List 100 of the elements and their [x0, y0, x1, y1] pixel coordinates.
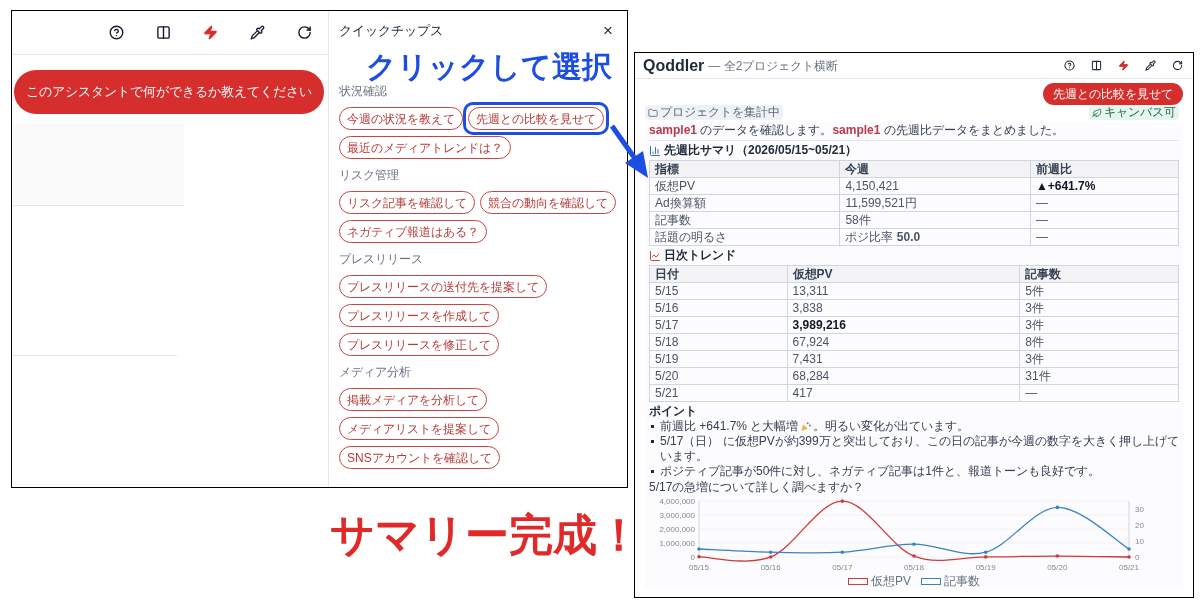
axis-tick-label: 4,000,000	[659, 497, 695, 506]
table-cell: 3件	[1019, 350, 1179, 368]
table-cell: 3件	[1019, 299, 1179, 317]
column-header: 今週	[839, 160, 1031, 178]
panel-title: クイックチップス	[339, 22, 443, 41]
help-icon[interactable]	[109, 25, 124, 40]
data-point	[1055, 505, 1060, 510]
lightning-icon[interactable]	[1118, 60, 1129, 71]
pipette-icon[interactable]	[1145, 60, 1156, 71]
logo: Qoddler	[643, 57, 705, 74]
data-point	[1055, 554, 1060, 558]
table-cell: ポジ比率 50.0	[839, 228, 1031, 246]
pipette-icon[interactable]	[250, 25, 265, 40]
suggestion-chip[interactable]: プレスリリースの送付先を提案して	[339, 275, 547, 298]
legend-label: 仮想PV	[871, 574, 911, 588]
bullet-text: 。明るい変化が出ています。	[813, 419, 970, 434]
result-text: サマリー完成！	[330, 510, 641, 560]
axis-tick-label: 05/20	[1047, 563, 1068, 572]
suggestion-chip[interactable]: ネガティブ報道はある？	[339, 220, 487, 243]
subtitle: — 全2プロジェクト横断	[708, 57, 839, 75]
data-point	[912, 542, 916, 546]
table-cell: 5/16	[649, 299, 788, 317]
table-cell: —	[1030, 194, 1179, 212]
suggestion-chip[interactable]: 競合の動向を確認して	[480, 191, 616, 214]
suggestion-chip[interactable]: 今週の状況を教えて	[339, 107, 463, 130]
table-cell: 7,431	[787, 350, 1020, 368]
axis-tick-label: 2,000,000	[659, 525, 695, 534]
section-title: 先週比サマリ（2026/05/15~05/21）	[664, 143, 858, 158]
column-header: 仮想PV	[787, 265, 1020, 283]
table-cell: 31件	[1019, 367, 1179, 385]
section-heading: 状況確認	[339, 83, 388, 99]
party-popper-icon	[800, 421, 812, 432]
bullet-icon	[651, 440, 654, 443]
suggestion-chip[interactable]: 最近のメディアトレンドは？	[339, 136, 511, 159]
section-heading: リスク管理	[339, 167, 400, 183]
table-cell: 3件	[1019, 316, 1179, 334]
axis-tick-label: 05/21	[1119, 563, 1139, 572]
table-cell: 5/15	[649, 282, 788, 300]
bullet-icon	[651, 470, 654, 473]
table-cell: 5件	[1019, 282, 1179, 300]
user-message: 先週との比較を見せて	[1043, 83, 1183, 105]
table-cell: 4,150,421	[839, 177, 1031, 195]
help-icon[interactable]	[1064, 60, 1075, 71]
suggestion-chip[interactable]: プレスリリースを修正して	[339, 333, 499, 356]
axis-tick-label: 3,000,000	[659, 511, 695, 520]
table-cell: 68,284	[787, 367, 1020, 385]
suggestion-chip[interactable]: 掲載メディアを分析して	[339, 388, 487, 411]
table-cell: ▲+641.7%	[1030, 177, 1179, 195]
folder-icon	[648, 107, 658, 118]
table-cell: 3,838	[787, 299, 1020, 317]
axis-tick-label: 10	[1135, 537, 1144, 546]
callout-text: クリックして選択	[366, 50, 612, 84]
section-heading: メディア分析	[339, 364, 412, 380]
column-header: 前週比	[1030, 160, 1179, 178]
pointer-arrow	[609, 124, 648, 178]
section-title: ポイント	[649, 404, 698, 419]
suggestion-chip[interactable]: SNSアカウントを確認して	[339, 446, 500, 469]
data-point	[697, 555, 701, 559]
suggestion-chip[interactable]: メディアリストを提案して	[339, 417, 499, 440]
table-cell: —	[1030, 228, 1179, 246]
table-cell: 5/17	[649, 316, 788, 334]
lightning-icon[interactable]	[203, 25, 218, 40]
table-cell: 67,924	[787, 333, 1020, 351]
axis-tick-label: 1,000,000	[659, 539, 695, 548]
suggestion-chip[interactable]: プレスリリースを作成して	[339, 304, 499, 327]
axis-tick-label: 05/19	[975, 563, 996, 572]
close-button[interactable]: ×	[603, 21, 617, 41]
table-cell: 13,311	[787, 282, 1020, 300]
columns-icon[interactable]	[156, 25, 171, 40]
suggestion-chip[interactable]: 先週との比較を見せて	[468, 107, 604, 130]
table-cell: 11,599,521円	[839, 194, 1031, 212]
axis-tick-label: 20	[1135, 521, 1144, 530]
table-cell: —	[1019, 384, 1179, 402]
canvas-badge: キャンバス可	[1089, 105, 1179, 120]
data-point	[1127, 555, 1131, 559]
axis-tick-label: 05/17	[832, 563, 853, 572]
status-tag: プロジェクトを集計中	[645, 105, 783, 120]
table-cell: 5/19	[649, 350, 788, 368]
reply-message: sample1 のデータを確認します。sample1 の先週比データをまとめました。	[649, 122, 1179, 141]
column-header: 日付	[649, 265, 788, 283]
section-heading: プレスリリース	[339, 251, 424, 267]
legend-label: 記事数	[944, 574, 980, 588]
table-cell: 5/20	[649, 367, 788, 385]
refresh-icon[interactable]	[1172, 60, 1183, 71]
follow-up-question: 5/17の急増について詳しく調べますか？	[649, 479, 866, 495]
suggestion-chip[interactable]: リスク記事を確認して	[339, 191, 475, 214]
section-title: 日次トレンド	[664, 248, 736, 263]
bullet-text: 5/17（日） に仮想PVが約399万と突出しており、この日の記事が今週の数字を大きく押し上げています。	[660, 434, 1179, 464]
bullet-text: 前週比 +641.7% と大幅増	[660, 419, 799, 434]
axis-tick-label: 05/15	[689, 563, 709, 572]
data-point	[697, 547, 701, 551]
data-point	[840, 499, 845, 503]
data-point	[912, 554, 916, 558]
table-cell: 話題の明るさ	[649, 228, 840, 246]
bullet-icon	[651, 425, 654, 428]
axis-tick-label: 30	[1135, 505, 1144, 514]
refresh-icon[interactable]	[297, 25, 312, 40]
column-header: 指標	[649, 160, 840, 178]
axis-tick-label: 0	[690, 553, 695, 562]
columns-icon[interactable]	[1091, 60, 1102, 71]
